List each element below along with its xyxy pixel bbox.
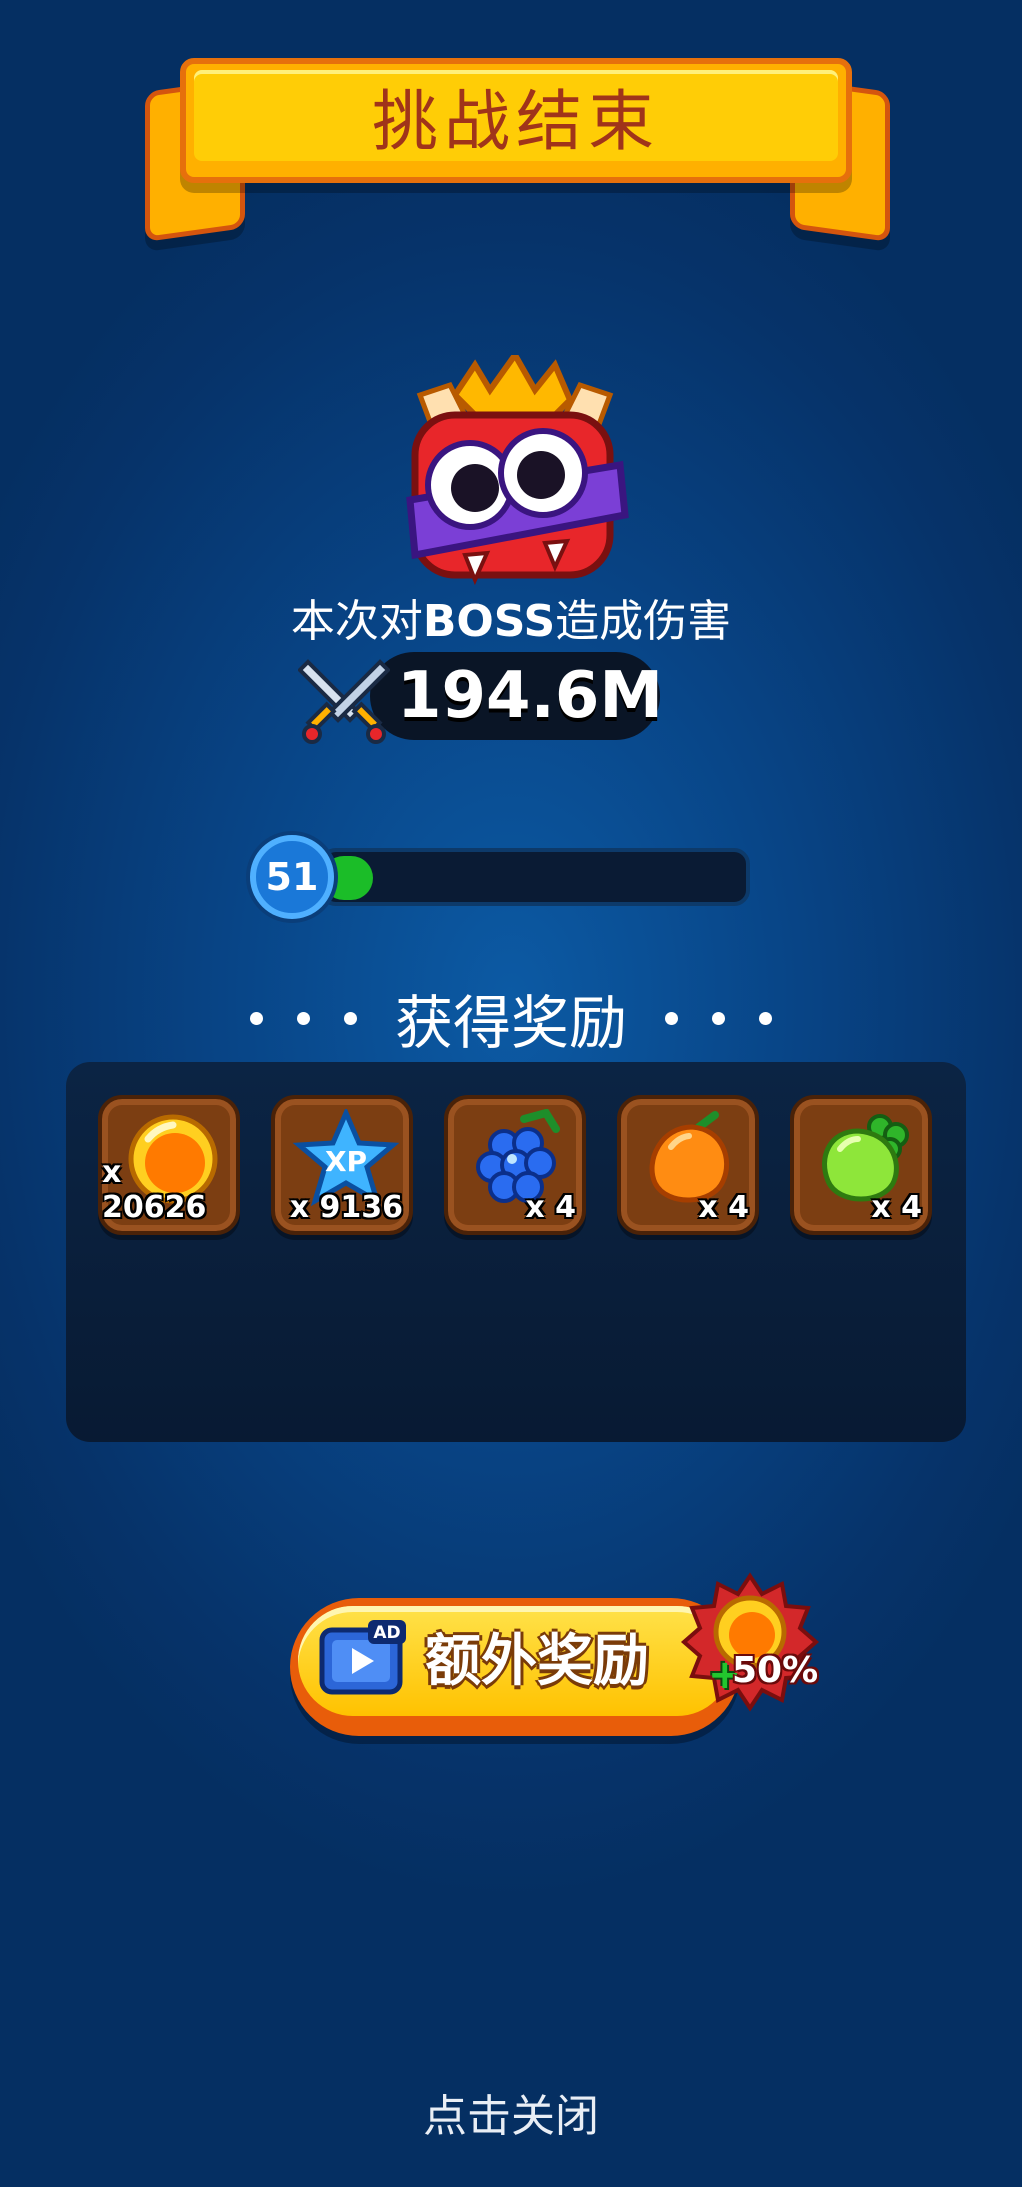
- reward-slot-grape[interactable]: x 4: [444, 1095, 586, 1235]
- reward-slot-gold[interactable]: x 20626: [98, 1095, 240, 1235]
- damage-caption-boss: BOSS: [422, 596, 556, 647]
- decor-dots-left: [249, 1011, 357, 1025]
- bonus-seal-icon: [680, 1572, 820, 1712]
- bonus-percent: 50%: [732, 1650, 819, 1691]
- reward-count: x 9136: [289, 1190, 403, 1225]
- page-title: 挑战结束: [372, 82, 660, 160]
- rewards-title: 获得奖励: [394, 989, 627, 1057]
- decor-dots-right: [665, 1011, 772, 1025]
- reward-count: x 20626: [102, 1155, 207, 1225]
- svg-text:XP: XP: [325, 1145, 367, 1178]
- reward-count: x 4: [698, 1190, 749, 1225]
- damage-caption-prefix: 本次对: [290, 596, 423, 647]
- reward-count: x 4: [525, 1190, 576, 1225]
- reward-slot-orange[interactable]: x 4: [617, 1095, 759, 1235]
- crossed-swords-icon: [298, 659, 390, 744]
- level-progress-track: [320, 848, 750, 906]
- level-badge: 51: [250, 835, 334, 919]
- video-ad-icon: AD: [319, 1620, 406, 1695]
- reward-slot-green[interactable]: x 4: [790, 1095, 932, 1235]
- damage-value: 194.6M: [396, 659, 664, 733]
- damage-value-pill: 194.6M: [370, 652, 664, 740]
- reward-slot-xp[interactable]: XP x 9136: [271, 1095, 413, 1235]
- damage-caption: 本次对BOSS造成伤害: [0, 585, 1022, 649]
- extra-reward-label: 额外奖励: [425, 1629, 649, 1694]
- close-hint[interactable]: 点击关闭: [0, 2080, 1022, 2144]
- damage-caption-suffix: 造成伤害: [555, 596, 732, 647]
- ad-label: AD: [373, 1623, 400, 1643]
- title-banner: 挑战结束: [180, 58, 852, 183]
- boss-avatar-icon: [406, 355, 629, 585]
- level-number: 51: [265, 855, 319, 899]
- rewards-header: 获得奖励: [0, 978, 1022, 1058]
- reward-count: x 4: [871, 1190, 922, 1225]
